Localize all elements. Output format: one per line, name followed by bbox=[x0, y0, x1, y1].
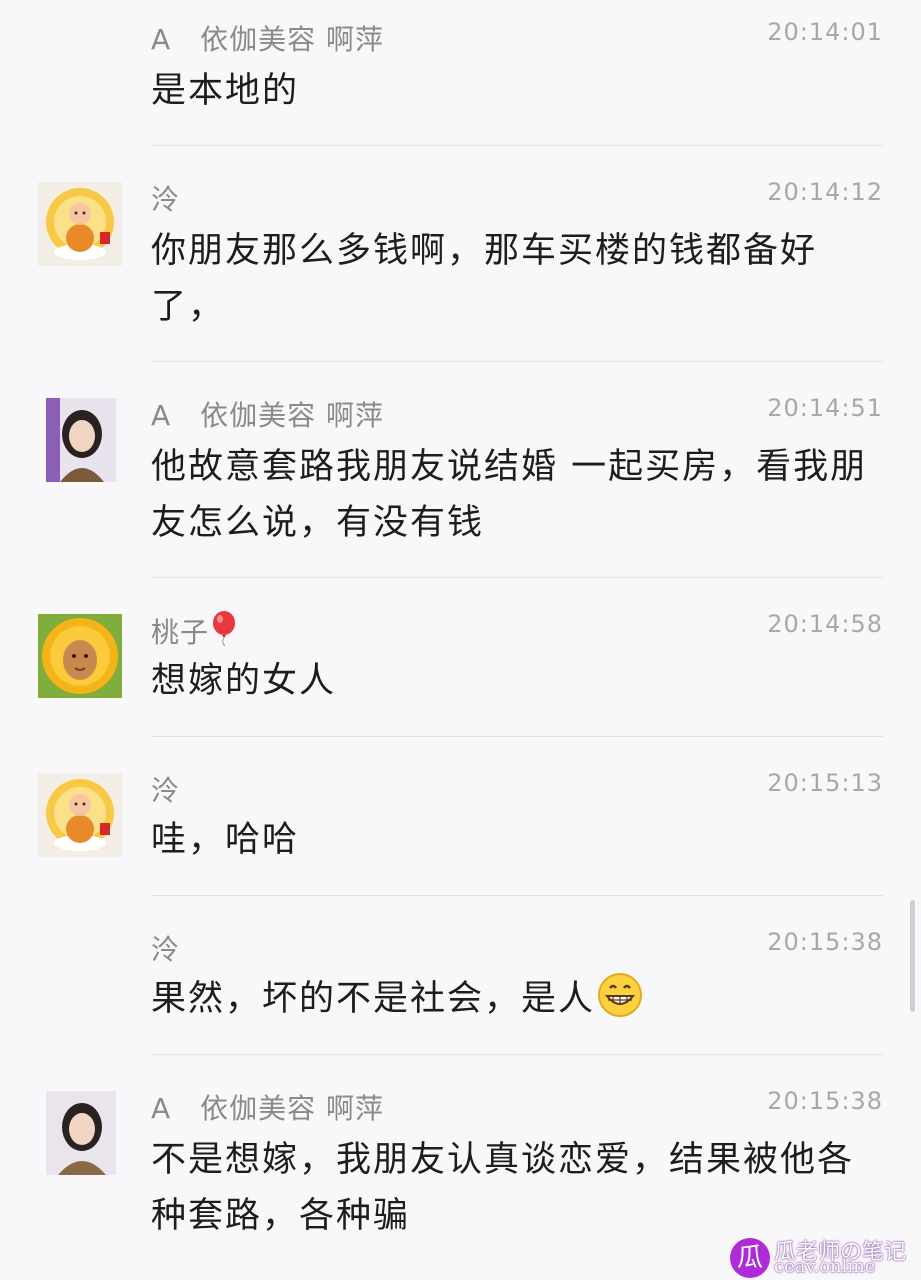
message-text: 他故意套路我朋友说结婚 一起买房，看我朋友怎么说，有没有钱 bbox=[151, 447, 868, 543]
message-text-content: 果然，坏的不是社会，是人 bbox=[151, 979, 596, 1019]
message-item[interactable]: 泠 20:14:12 你朋友那么多钱啊，那车买楼的钱都备好了， bbox=[0, 146, 921, 362]
message-time: 20:14:01 bbox=[767, 18, 883, 46]
chat-message-list[interactable]: A 依伽美容 啊萍 20:14:01 是本地的 泠 20:14:12 你朋友那么… bbox=[0, 0, 921, 1280]
sunflower-avatar-icon[interactable] bbox=[38, 614, 122, 698]
message-item[interactable]: 泠 20:15:13 哇，哈哈 bbox=[0, 737, 921, 896]
message-time: 20:15:38 bbox=[767, 1087, 883, 1115]
woman-avatar-icon[interactable] bbox=[46, 1091, 116, 1175]
sender-name: A 依伽美容 啊萍 bbox=[151, 399, 385, 432]
message-text: 想嫁的女人 bbox=[151, 661, 337, 701]
message-time: 20:14:51 bbox=[767, 394, 883, 422]
message-text: 是本地的 bbox=[151, 71, 300, 111]
buddha-avatar-icon[interactable] bbox=[38, 773, 122, 857]
message-text: 哇，哈哈 bbox=[151, 820, 300, 860]
sender-name-text: 桃子 bbox=[151, 616, 210, 649]
sender-name: 泠 bbox=[151, 933, 181, 966]
message-time: 20:15:13 bbox=[767, 769, 883, 797]
sender-name: 泠 bbox=[151, 183, 181, 216]
watermark-logo: 瓜 bbox=[730, 1238, 770, 1278]
sender-name: 桃子 bbox=[151, 610, 237, 651]
woman-avatar-icon[interactable] bbox=[46, 398, 116, 482]
message-time: 20:14:58 bbox=[767, 610, 883, 638]
sender-name: A 依伽美容 啊萍 bbox=[151, 23, 385, 56]
grin-icon bbox=[598, 973, 643, 1017]
message-time: 20:15:38 bbox=[767, 928, 883, 956]
scrollbar[interactable] bbox=[910, 900, 915, 1012]
message-item[interactable]: A 依伽美容 啊萍 20:14:01 是本地的 bbox=[0, 0, 921, 146]
message-item[interactable]: A 依伽美容 啊萍 20:14:51 他故意套路我朋友说结婚 一起买房，看我朋友… bbox=[0, 362, 921, 578]
message-time: 20:14:12 bbox=[767, 178, 883, 206]
message-text: 你朋友那么多钱啊，那车买楼的钱都备好了， bbox=[151, 231, 818, 327]
watermark-domain: ceav.online bbox=[774, 1256, 876, 1277]
buddha-avatar-icon[interactable] bbox=[38, 182, 122, 266]
message-item[interactable]: 泠 20:15:38 果然，坏的不是社会，是人 bbox=[0, 896, 921, 1055]
message-text: 果然，坏的不是社会，是人 bbox=[151, 971, 886, 1027]
message-text: 不是想嫁，我朋友认真谈恋爱，结果被他各种套路，各种骗 bbox=[151, 1140, 855, 1236]
sender-name: A 依伽美容 啊萍 bbox=[151, 1092, 385, 1125]
sender-name: 泠 bbox=[151, 774, 181, 807]
message-item[interactable]: 桃子 20:14:58 想嫁的女人 bbox=[0, 578, 921, 737]
balloon-icon bbox=[213, 611, 236, 646]
watermark: 瓜 瓜老师の笔记 ceav.online bbox=[730, 1236, 916, 1278]
